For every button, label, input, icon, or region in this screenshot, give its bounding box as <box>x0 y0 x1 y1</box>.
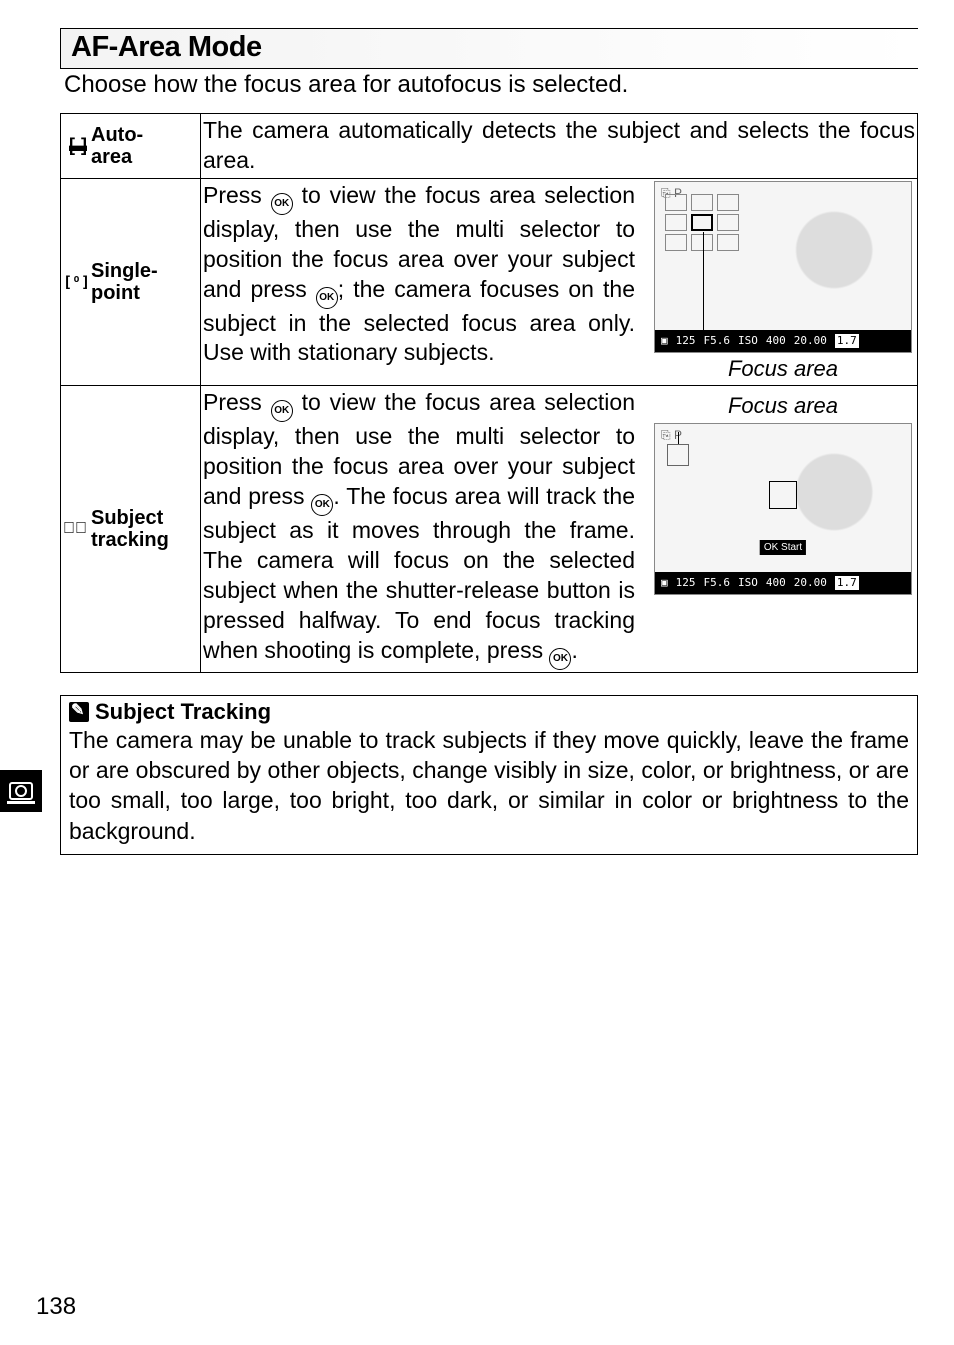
aperture: F5.6 <box>704 576 731 590</box>
auto-icon: ⎘ <box>661 428 671 442</box>
ok-button-icon: OK <box>311 494 333 516</box>
shutter-speed: 125 <box>676 576 696 590</box>
ok-button-icon: OK <box>316 287 338 309</box>
single-point-icon: [ᴼ] <box>63 273 87 291</box>
shutter-speed: 125 <box>676 334 696 348</box>
mode-name: Subject tracking <box>91 507 169 551</box>
zoom: 1.7 <box>835 334 859 348</box>
remaining: 20.00 <box>794 576 827 590</box>
status-bar: ▣ 125 F5.6 ISO400 20.00 1.7 <box>655 330 911 352</box>
iso-icon: ISO <box>738 334 758 348</box>
ok-button-icon: OK <box>271 193 293 215</box>
table-row: [ᴼ] Single- point Press OK to view the f… <box>61 178 918 386</box>
auto-area-icon: [▬] <box>63 135 87 156</box>
remaining: 20.00 <box>794 334 827 348</box>
table-row: [▬] Auto- area The camera automatically … <box>61 114 918 179</box>
mode-description: Press OK to view the focus area selectio… <box>203 181 635 369</box>
iso: 400 <box>766 576 786 590</box>
page-number: 138 <box>36 1293 76 1321</box>
thumbnail-caption: Focus area <box>728 392 838 421</box>
mode-name: Auto- area <box>91 124 143 168</box>
mode-description: The camera automatically detects the sub… <box>203 116 915 176</box>
iso-icon: ISO <box>738 576 758 590</box>
section-title: AF-Area Mode <box>60 28 918 69</box>
zoom: 1.7 <box>835 576 859 590</box>
mode-name: Single- point <box>91 260 158 304</box>
iso: 400 <box>766 334 786 348</box>
ok-button-icon: OK <box>549 648 571 670</box>
intro-text: Choose how the focus area for autofocus … <box>60 71 918 107</box>
ok-button-icon: OK <box>271 400 293 422</box>
subject-tracking-icon: ⦿⃟ <box>63 520 87 538</box>
focus-area-thumbnail: ⎘ P OK Start ▣ 125 F5.6 ISO400 <box>654 423 912 595</box>
pencil-icon <box>69 702 89 722</box>
aperture: F5.6 <box>704 334 731 348</box>
note-box: Subject Tracking The camera may be unabl… <box>60 695 918 855</box>
mode-description: Press OK to view the focus area selectio… <box>203 388 635 669</box>
status-bar: ▣ 125 F5.6 ISO400 20.00 1.7 <box>655 572 911 594</box>
thumbnail-caption: Focus area <box>728 355 838 384</box>
table-row: ⦿⃟ Subject tracking Press OK to view the… <box>61 386 918 672</box>
note-body: The camera may be unable to track subjec… <box>69 725 909 846</box>
ok-start-badge: OK Start <box>760 540 806 555</box>
modes-table: [▬] Auto- area The camera automatically … <box>60 113 918 673</box>
note-title: Subject Tracking <box>95 699 271 725</box>
section-tab-icon <box>0 770 42 812</box>
focus-area-thumbnail: ⎘ P ▣ 125 <box>654 181 912 353</box>
